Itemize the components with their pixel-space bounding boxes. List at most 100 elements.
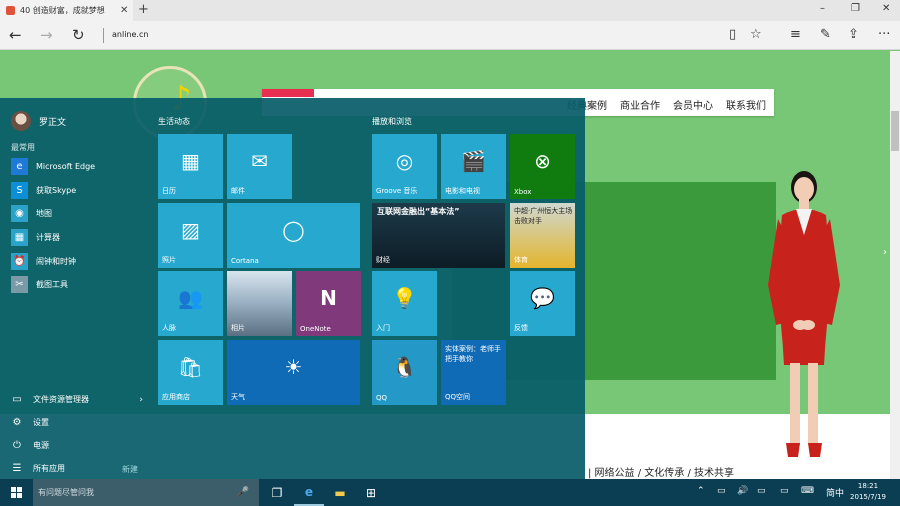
tile-calendar[interactable]: ▦ 日历 [158,134,223,199]
url-field[interactable]: anline.cn [112,30,148,39]
tile-photos[interactable]: ▨ 照片 [158,203,223,268]
tile-feedback[interactable]: 💬 反馈 [510,271,575,336]
tile-tips[interactable]: 💡 入门 [372,271,437,336]
scrollbar-thumb[interactable] [891,111,899,151]
clock-date: 2015/7/19 [850,493,886,501]
user-account[interactable]: 罗正文 [11,111,66,131]
tile-photo-app[interactable]: 相片 [227,271,292,336]
tile-store[interactable]: 🛍 应用商店 [158,340,223,405]
tile-onenote[interactable]: N OneNote [296,271,361,336]
ime-icon[interactable]: ⌨ [801,486,814,496]
site-nav-link[interactable]: 会员中心 [673,97,713,112]
qq-zone-text: 实体案例：老师手把手教你 [445,345,501,363]
maximize-button[interactable]: ❐ [851,3,860,14]
app-list-item[interactable]: ✂ 截图工具 [11,273,141,297]
tray-chevron-icon[interactable]: ⌃ [697,486,705,496]
footer-links[interactable]: | 网络公益 / 文化传承 / 技术共享 [588,464,734,479]
tab-close-icon[interactable]: ✕ [120,5,128,16]
microphone-icon[interactable]: 🎤 [237,479,249,506]
lightbulb-icon: 💡 [392,285,417,310]
app-list-item[interactable]: ⏰ 闹钟和时钟 [11,249,141,273]
app-label: 计算器 [36,233,60,243]
notification-icon[interactable]: ▭ [780,486,789,496]
tile-movies[interactable]: 🎬 电影和电视 [441,134,506,199]
address-bar: ← → ↻ anline.cn ▯ ☆ ≡ ✎ ⇪ ··· [0,21,900,50]
onenote-icon: N [320,285,337,310]
refresh-icon[interactable]: ↻ [72,26,85,44]
alarm-icon: ⏰ [11,252,28,270]
carousel-next-icon[interactable]: › [883,247,887,258]
tile-groove[interactable]: ◎ Groove 音乐 [372,134,437,199]
reading-view-icon[interactable]: ▯ [729,27,736,42]
tile-label: OneNote [300,325,331,333]
tile-label: 反馈 [514,324,528,332]
battery-icon[interactable]: ▭ [757,486,766,496]
clock[interactable]: 18:21 2015/7/19 [848,481,888,503]
tile-qq[interactable]: 🐧 QQ [372,340,437,405]
close-window-button[interactable]: ✕ [882,3,890,14]
cortana-icon: ◯ [282,217,305,242]
language-indicator[interactable]: 简中 [826,486,844,499]
photos-icon: ▨ [181,217,200,242]
group-header-play[interactable]: 播放和浏览 [372,116,412,127]
start-bottom-item[interactable]: ⚙ 设置 [11,411,141,434]
forward-arrow-icon[interactable]: → [40,26,53,44]
share-icon[interactable]: ⇪ [848,27,859,42]
file-explorer-icon[interactable]: ▬ [325,479,355,506]
taskbar: 有问题尽管问我 🎤 ❐ e ▬ ⊞ ⌃ ▭ 🔊 ▭ ▭ ⌨ 简中 18:21 2… [0,479,900,506]
hub-icon[interactable]: ≡ [790,27,801,42]
tile-weather[interactable]: ☀ 天气 [227,340,360,405]
feedback-icon: 💬 [530,285,555,310]
app-list-item[interactable]: e Microsoft Edge [11,155,141,179]
tile-sports[interactable]: 中超·广州恒大主场击败对手 体育 [510,203,575,268]
chevron-right-icon[interactable]: › [139,395,143,405]
store-taskbar-icon[interactable]: ⊞ [356,479,386,506]
tile-label: 天气 [231,393,245,401]
tile-label: 电影和电视 [445,187,480,195]
mail-icon: ✉ [251,148,268,173]
tile-label: 照片 [162,256,176,264]
more-icon[interactable]: ··· [878,27,890,42]
app-list-item[interactable]: S 获取Skype [11,179,141,203]
tile-contacts[interactable]: 👥 人脉 [158,271,223,336]
edge-taskbar-icon[interactable]: e [294,479,324,506]
site-nav-link[interactable]: 联系我们 [726,97,766,112]
group-header-life[interactable]: 生活动态 [158,116,190,127]
tab-title: 40 创造财富，成就梦想 [20,6,105,15]
tile-news[interactable]: 互联网金融出“基本法” 财经 [372,203,505,268]
calculator-icon: ▦ [11,229,28,247]
task-view-icon[interactable]: ❐ [262,479,292,506]
tile-xbox[interactable]: ⊗ Xbox [510,134,575,199]
web-note-icon[interactable]: ✎ [820,27,831,42]
avatar [11,111,31,131]
network-icon[interactable]: ▭ [717,486,726,496]
tile-label: QQ [376,394,388,402]
app-list-item[interactable]: ▦ 计算器 [11,226,141,250]
favorite-star-icon[interactable]: ☆ [750,27,762,42]
sports-headline: 中超·广州恒大主场击败对手 [514,207,573,225]
back-arrow-icon[interactable]: ← [9,26,22,44]
app-label: Microsoft Edge [36,162,96,172]
minimize-button[interactable]: – [820,3,825,14]
news-headline: 互联网金融出“基本法” [377,207,460,216]
new-tab-button[interactable]: + [138,2,149,17]
paint-icon: ✂ [11,276,28,294]
presenter-figure [768,171,840,457]
page-scrollbar[interactable] [890,51,900,479]
start-bottom-item[interactable]: ⏻ 电源 [11,434,141,457]
app-list-item[interactable]: ◉ 地图 [11,202,141,226]
volume-icon[interactable]: 🔊 [737,486,748,496]
browser-tab[interactable]: 40 创造财富，成就梦想 ✕ [0,0,133,21]
search-placeholder: 有问题尽管问我 [38,488,94,497]
site-nav-link[interactable]: 商业合作 [620,97,660,112]
cortana-search-box[interactable]: 有问题尽管问我 🎤 [33,479,259,506]
tile-qq-zone[interactable]: 实体案例：老师手把手教你 QQ空间 [441,340,506,405]
tile-label: 体育 [514,256,528,264]
music-disc-icon: ◎ [395,148,414,173]
folder-icon: ▭ [12,394,22,405]
tile-mail[interactable]: ✉ 邮件 [227,134,292,199]
start-button[interactable] [0,479,33,506]
app-label: 地图 [36,209,52,219]
start-bottom-item[interactable]: ▭ 文件资源管理器 › [11,388,143,411]
tile-cortana[interactable]: ◯ Cortana [227,203,360,268]
